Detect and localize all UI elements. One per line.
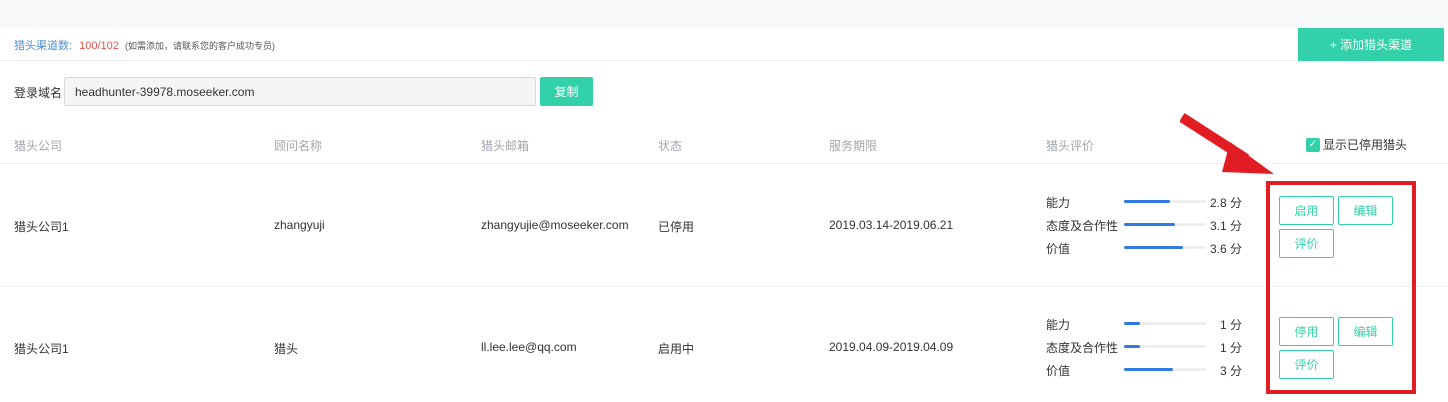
channel-count-note: (如需添加，请联系您的客户成功专员) (124, 41, 275, 51)
rating-score: 3.1 分 (1209, 219, 1242, 233)
annotation-highlight-box (1266, 181, 1416, 394)
rating-label: 态度及合作性 (1046, 219, 1119, 233)
checkbox-checked-icon[interactable]: ✓ (1306, 137, 1320, 152)
company-cell: 猎头公司1 (14, 220, 69, 234)
rating-label: 价值 (1046, 242, 1071, 256)
rating-block: 能力 2.8 分 态度及合作性 3.1 分 价值 3.6 分 (1046, 191, 1256, 260)
channel-summary: 猎头渠道数: 100/102 (如需添加，请联系您的客户成功专员) (14, 37, 275, 53)
status-cell: 启用中 (658, 342, 695, 356)
top-bar (0, 0, 1448, 27)
rating-score: 3 分 (1219, 364, 1242, 378)
rating-bar (1124, 223, 1206, 226)
add-headhunter-channel-button[interactable]: + 添加猎头渠道 (1298, 28, 1444, 61)
column-header-service-period: 服务期限 (829, 139, 878, 153)
company-cell: 猎头公司1 (14, 342, 69, 356)
rating-score: 1 分 (1219, 318, 1242, 332)
copy-button[interactable]: 复制 (540, 77, 593, 106)
rating-score: 1 分 (1219, 341, 1242, 355)
email-cell: zhangyujie@moseeker.com (481, 218, 629, 232)
rating-label: 价值 (1046, 364, 1071, 378)
column-header-status: 状态 (658, 139, 683, 153)
rating-label: 态度及合作性 (1046, 341, 1119, 355)
status-cell: 已停用 (658, 220, 695, 234)
rating-bar-fill (1124, 345, 1141, 348)
rating-score: 3.6 分 (1209, 242, 1242, 256)
column-header-rating: 猎头评价 (1046, 139, 1095, 153)
rating-bar (1124, 345, 1206, 348)
rating-line: 价值 3 分 (1046, 359, 1256, 382)
rating-bar-fill (1124, 246, 1184, 249)
service-period-cell: 2019.03.14-2019.06.21 (829, 218, 954, 232)
rating-score: 2.8 分 (1209, 196, 1242, 210)
rating-bar-fill (1124, 322, 1141, 325)
show-disabled-label: 显示已停用猎头 (1323, 138, 1408, 152)
table-row: 猎头公司1 猎头 ll.lee.lee@qq.com 启用中 2019.04.0… (0, 287, 1448, 402)
rating-bar (1124, 322, 1206, 325)
rating-bar-fill (1124, 368, 1174, 371)
rating-line: 能力 1 分 (1046, 313, 1256, 336)
consultant-cell: 猎头 (274, 342, 299, 356)
column-header-company: 猎头公司 (14, 139, 63, 153)
rating-line: 价值 3.6 分 (1046, 237, 1256, 260)
email-cell: ll.lee.lee@qq.com (481, 340, 577, 354)
annotation-arrow-icon (1180, 113, 1274, 174)
login-domain-input[interactable] (64, 77, 536, 106)
consultant-cell: zhangyuji (274, 218, 325, 232)
rating-label: 能力 (1046, 318, 1071, 332)
summary-row: 猎头渠道数: 100/102 (如需添加，请联系您的客户成功专员) (0, 27, 1448, 61)
login-domain-label: 登录域名 (14, 86, 63, 100)
rating-bar-fill (1124, 200, 1170, 203)
rating-label: 能力 (1046, 196, 1071, 210)
rating-bar-fill (1124, 223, 1175, 226)
channel-count-value: 100/102 (79, 40, 119, 52)
rating-bar (1124, 246, 1206, 249)
rating-line: 态度及合作性 1 分 (1046, 336, 1256, 359)
rating-bar (1124, 200, 1206, 203)
column-header-email: 猎头邮箱 (481, 139, 530, 153)
rating-line: 态度及合作性 3.1 分 (1046, 214, 1256, 237)
rating-line: 能力 2.8 分 (1046, 191, 1256, 214)
column-header-consultant: 顾问名称 (274, 139, 323, 153)
channel-count-label: 猎头渠道数: (14, 40, 73, 52)
rating-bar (1124, 368, 1206, 371)
table-row: 猎头公司1 zhangyuji zhangyujie@moseeker.com … (0, 165, 1448, 287)
show-disabled-toggle[interactable]: ✓ 显示已停用猎头 (1306, 136, 1407, 153)
service-period-cell: 2019.04.09-2019.04.09 (829, 340, 954, 354)
rating-block: 能力 1 分 态度及合作性 1 分 价值 3 分 (1046, 313, 1256, 382)
